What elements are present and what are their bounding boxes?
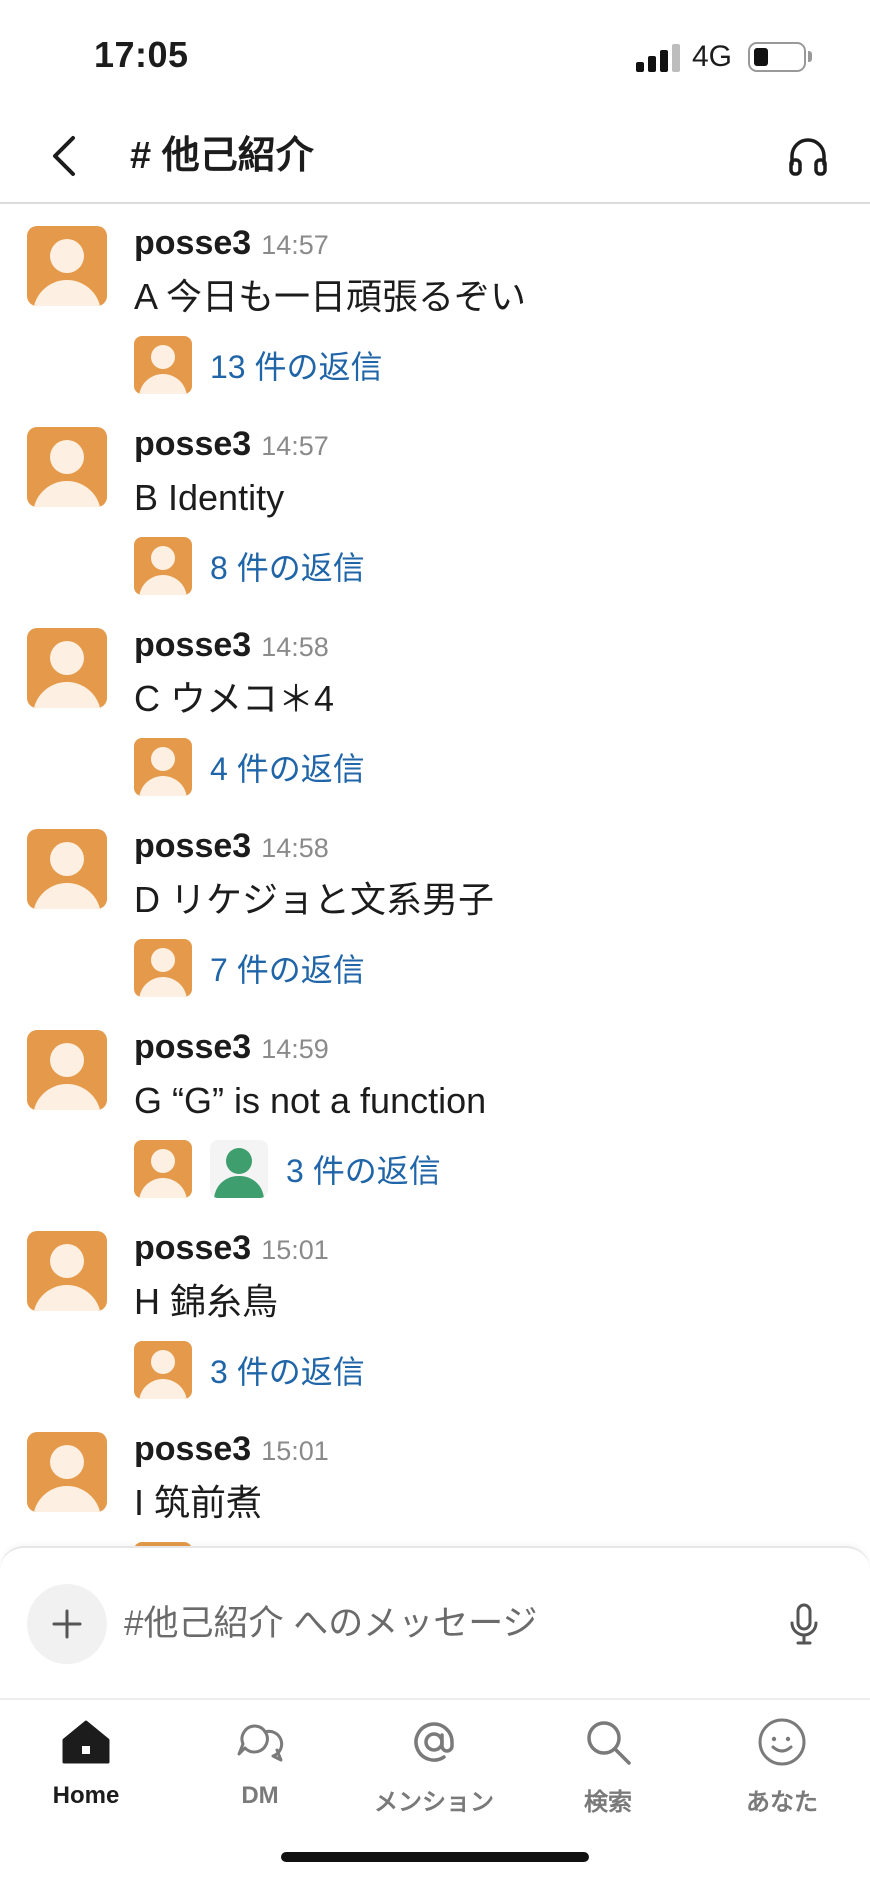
message-author[interactable]: posse3 — [134, 1229, 251, 1268]
battery-icon — [748, 42, 806, 72]
network-type: 4G — [692, 40, 733, 73]
status-bar: 17:05 4G — [0, 0, 870, 110]
voice-record-button[interactable] — [776, 1594, 832, 1654]
thread-replies[interactable]: 3 件の返信 — [134, 1341, 365, 1399]
message-author[interactable]: posse3 — [134, 827, 251, 866]
message[interactable]: posse3 14:57 A 今日も一日頑張るぞい 13 件の返信 — [0, 214, 870, 414]
tab-mentions[interactable]: メンション — [369, 1714, 499, 1824]
message-time: 14:57 — [261, 230, 329, 260]
avatar[interactable] — [27, 829, 107, 909]
chevron-left-icon — [53, 136, 75, 176]
reply-avatar — [134, 1140, 192, 1198]
tab-label: Home — [52, 1782, 120, 1809]
reply-avatar — [134, 537, 192, 595]
message-text: G “G” is not a function — [134, 1080, 487, 1121]
reply-avatar — [134, 336, 192, 394]
message-text: C ウメコ＊4 — [134, 678, 335, 719]
reply-count-link[interactable]: 8 件の返信 — [210, 543, 365, 589]
tab-home[interactable]: Home — [21, 1714, 151, 1824]
plus-icon — [52, 1609, 82, 1639]
mention-icon — [406, 1714, 462, 1770]
reply-count-link[interactable]: 4 件の返信 — [210, 744, 365, 790]
reply-count-link[interactable]: 13 件の返信 — [210, 342, 383, 388]
thread-replies[interactable]: 13 件の返信 — [134, 336, 383, 394]
message[interactable]: posse3 14:58 C ウメコ＊4 4 件の返信 — [0, 616, 870, 816]
tab-label: 検索 — [584, 1789, 632, 1816]
message[interactable]: posse3 15:01 I 筑前煮 — [0, 1420, 870, 1546]
tab-you[interactable]: あなた — [717, 1714, 847, 1824]
reply-count-link[interactable]: 3 件の返信 — [210, 1347, 365, 1393]
thread-replies[interactable]: 4 件の返信 — [134, 738, 365, 796]
headphones-icon — [789, 138, 827, 176]
reply-count-link[interactable]: 3 件の返信 — [286, 1146, 441, 1192]
message-author[interactable]: posse3 — [134, 1430, 251, 1469]
message-composer — [0, 1546, 870, 1698]
reply-avatar — [210, 1140, 268, 1198]
reply-avatar — [134, 738, 192, 796]
message-text: H 錦糸鳥 — [134, 1281, 279, 1322]
avatar[interactable] — [27, 1231, 107, 1311]
dm-icon — [232, 1714, 288, 1770]
message-time: 15:01 — [261, 1436, 329, 1466]
you-icon — [754, 1714, 810, 1770]
message-time: 14:57 — [261, 431, 329, 461]
channel-title[interactable]: # 他己紹介 — [130, 128, 314, 184]
message-list[interactable]: posse3 14:57 A 今日も一日頑張るぞい 13 件の返信 posse3 1… — [0, 204, 870, 1546]
avatar[interactable] — [27, 427, 107, 507]
message-text: D リケジョと文系男子 — [134, 879, 495, 920]
avatar[interactable] — [27, 628, 107, 708]
huddle-button[interactable] — [780, 128, 836, 184]
avatar[interactable] — [27, 226, 107, 306]
thread-replies[interactable]: 3 件の返信 — [134, 1140, 441, 1198]
signal-icon — [636, 44, 680, 72]
tab-dm[interactable]: DM — [195, 1714, 325, 1824]
reply-count-link[interactable]: 7 件の返信 — [210, 945, 365, 991]
message-text: B Identity — [134, 477, 285, 518]
tab-label: あなた — [746, 1789, 818, 1816]
message-author[interactable]: posse3 — [134, 1028, 251, 1067]
tab-label: DM — [241, 1782, 279, 1809]
tab-label: メンション — [374, 1789, 494, 1816]
message-input[interactable] — [124, 1594, 764, 1654]
message[interactable]: posse3 14:57 B Identity 8 件の返信 — [0, 415, 870, 615]
message[interactable]: posse3 15:01 H 錦糸鳥 3 件の返信 — [0, 1219, 870, 1419]
reply-avatar — [134, 939, 192, 997]
message[interactable]: posse3 14:59 G “G” is not a function 3 件の… — [0, 1018, 870, 1218]
message-text: I 筑前煮 — [134, 1482, 263, 1523]
battery-cap — [808, 51, 812, 62]
message-author[interactable]: posse3 — [134, 626, 251, 665]
thread-replies[interactable]: 8 件の返信 — [134, 537, 365, 595]
search-icon — [580, 1714, 636, 1770]
message[interactable]: posse3 14:58 D リケジョと文系男子 7 件の返信 — [0, 817, 870, 1017]
back-button[interactable] — [38, 128, 90, 184]
thread-replies[interactable]: 7 件の返信 — [134, 939, 365, 997]
tab-search[interactable]: 検索 — [543, 1714, 673, 1824]
message-time: 15:01 — [261, 1235, 329, 1265]
status-time: 17:05 — [94, 34, 189, 75]
channel-header: # 他己紹介 — [0, 110, 870, 204]
home-icon — [58, 1714, 114, 1770]
message-author[interactable]: posse3 — [134, 425, 251, 464]
message-author[interactable]: posse3 — [134, 224, 251, 263]
message-time: 14:59 — [261, 1034, 329, 1064]
message-time: 14:58 — [261, 632, 329, 662]
microphone-icon — [790, 1603, 818, 1645]
add-attachment-button[interactable] — [27, 1584, 107, 1664]
reply-avatar — [134, 1341, 192, 1399]
message-time: 14:58 — [261, 833, 329, 863]
avatar[interactable] — [27, 1432, 107, 1512]
message-text: A 今日も一日頑張るぞい — [134, 276, 527, 317]
avatar[interactable] — [27, 1030, 107, 1110]
home-indicator[interactable] — [281, 1852, 589, 1862]
